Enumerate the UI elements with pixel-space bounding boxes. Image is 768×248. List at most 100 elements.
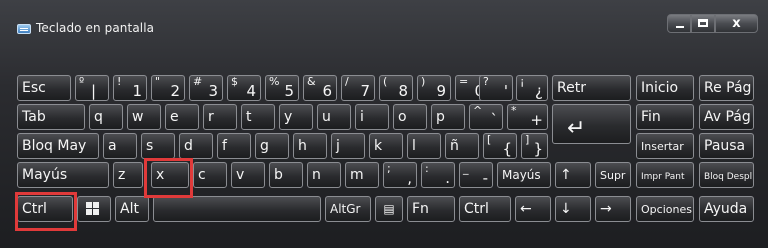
key-4[interactable]: $ 4	[227, 75, 261, 101]
key-z[interactable]: z	[113, 162, 143, 188]
key-shift-left[interactable]: Mayús	[17, 162, 109, 188]
key-page-up[interactable]: Re Pág	[699, 75, 754, 101]
key-left-brace[interactable]: [ {	[483, 133, 517, 159]
key-print-screen[interactable]: Impr Pant	[636, 162, 694, 188]
key-tab[interactable]: Tab	[17, 104, 85, 130]
key-esc[interactable]: Esc	[17, 75, 71, 101]
key-grave[interactable]: ^ `	[469, 104, 503, 130]
key-page-down[interactable]: Av Pág	[699, 104, 754, 130]
key-8[interactable]: ( 8	[379, 75, 413, 101]
key-label: v	[236, 167, 245, 183]
key-p[interactable]: p	[431, 104, 465, 130]
key-shift-label: ?	[483, 75, 489, 88]
key-shift-label: [	[487, 133, 492, 146]
key-label: c	[198, 167, 206, 183]
key-scroll-lock[interactable]: Bloq Despl	[699, 162, 754, 188]
key-o[interactable]: o	[393, 104, 427, 130]
key-n[interactable]: n	[307, 162, 341, 188]
key-altgr[interactable]: AltGr	[325, 196, 371, 222]
key-6[interactable]: & 6	[303, 75, 337, 101]
key-comma[interactable]: ; ,	[383, 162, 417, 188]
key-s[interactable]: s	[141, 133, 175, 159]
key-inverted-question[interactable]: ¡ ¿	[516, 75, 548, 101]
key-n-tilde[interactable]: ñ	[445, 133, 479, 159]
key-pause[interactable]: Pausa	[699, 133, 754, 159]
key-label: w	[132, 109, 144, 125]
menu-icon: ▤	[383, 202, 395, 216]
key-help[interactable]: Ayuda	[699, 196, 754, 222]
key-b[interactable]: b	[269, 162, 303, 188]
key-label: Bloq May	[22, 138, 87, 154]
key-period[interactable]: : .	[421, 162, 455, 188]
key-fn[interactable]: Fn	[407, 196, 455, 222]
key-ctrl-left[interactable]: Ctrl	[17, 196, 73, 222]
key-arrow-up[interactable]: ↑	[555, 162, 591, 188]
key-alt-label: |	[90, 82, 96, 100]
key-y[interactable]: y	[279, 104, 313, 130]
key-menu[interactable]: ▤	[375, 196, 403, 222]
key-f[interactable]: f	[217, 133, 251, 159]
key-base-label: 8	[398, 82, 408, 100]
key-j[interactable]: j	[331, 133, 365, 159]
key-delete[interactable]: Supr	[595, 162, 631, 188]
key-a[interactable]: a	[103, 133, 137, 159]
key-end[interactable]: Fin	[636, 104, 694, 130]
key-base-label: +	[530, 111, 543, 129]
key-v[interactable]: v	[231, 162, 265, 188]
key-plus[interactable]: * +	[507, 104, 548, 130]
key-3[interactable]: # 3	[189, 75, 223, 101]
key-shift-label: º	[79, 75, 85, 88]
key-2[interactable]: " 2	[151, 75, 185, 101]
key-h[interactable]: h	[293, 133, 327, 159]
key-9[interactable]: ) 9	[417, 75, 451, 101]
key-shift-label: :	[425, 162, 429, 175]
key-w[interactable]: w	[127, 104, 161, 130]
key-1[interactable]: ! 1	[113, 75, 147, 101]
key-base-label: ,	[407, 169, 412, 187]
key-t[interactable]: t	[241, 104, 275, 130]
key-r[interactable]: r	[203, 104, 237, 130]
key-alt[interactable]: Alt	[115, 196, 149, 222]
key-u[interactable]: u	[317, 104, 351, 130]
key-c[interactable]: c	[193, 162, 227, 188]
key-enter[interactable]: ↵	[552, 104, 631, 144]
key-base-label: 3	[208, 82, 218, 100]
key-ctrl-right[interactable]: Ctrl	[459, 196, 511, 222]
key-l[interactable]: l	[407, 133, 441, 159]
key-x[interactable]: x	[151, 162, 189, 188]
key-label: y	[284, 109, 293, 125]
key-windows[interactable]	[77, 196, 111, 222]
key-insert[interactable]: Insertar	[636, 133, 694, 159]
key-shift-right[interactable]: Mayús	[497, 162, 551, 188]
key-label: j	[336, 138, 340, 154]
key-k[interactable]: k	[369, 133, 403, 159]
key-label: Retr	[557, 80, 586, 96]
key-minus[interactable]: _ -	[459, 162, 493, 188]
key-apostrophe[interactable]: ? '	[479, 75, 513, 101]
key-caps-lock[interactable]: Bloq May	[17, 133, 99, 159]
key-shift-label: =	[459, 75, 469, 88]
key-q[interactable]: q	[89, 104, 123, 130]
key-arrow-down[interactable]: ↓	[555, 196, 591, 222]
key-m[interactable]: m	[345, 162, 379, 188]
key-g[interactable]: g	[255, 133, 289, 159]
key-label: r	[208, 109, 214, 125]
key-backspace[interactable]: Retr	[552, 75, 631, 101]
key-1-oem[interactable]: º |	[75, 75, 109, 101]
key-options[interactable]: Opciones	[636, 196, 694, 222]
key-label: u	[322, 109, 331, 125]
key-d[interactable]: d	[179, 133, 213, 159]
key-e[interactable]: e	[165, 104, 199, 130]
key-7[interactable]: / 7	[341, 75, 375, 101]
key-5[interactable]: % 5	[265, 75, 299, 101]
key-i[interactable]: i	[355, 104, 389, 130]
key-home[interactable]: Inicio	[636, 75, 694, 101]
key-label: m	[350, 167, 364, 183]
key-label: Fn	[412, 201, 429, 217]
key-arrow-left[interactable]: ←	[515, 196, 551, 222]
key-right-brace[interactable]: ] }	[521, 133, 548, 159]
enter-icon: ↵	[567, 116, 586, 141]
key-space[interactable]	[153, 196, 321, 222]
key-arrow-right[interactable]: →	[595, 196, 631, 222]
key-shift-label: *	[511, 104, 517, 117]
